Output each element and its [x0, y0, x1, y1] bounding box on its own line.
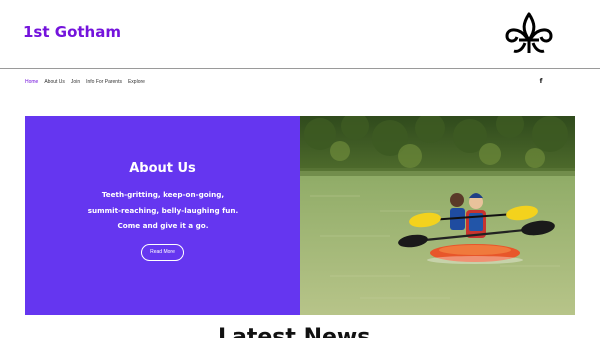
fleur-de-lis-icon[interactable]	[503, 11, 555, 57]
facebook-icon[interactable]: f	[538, 78, 544, 85]
nav-item-home[interactable]: Home	[25, 79, 38, 85]
latest-news-heading: Latest News	[218, 325, 371, 338]
site-title[interactable]: 1st Gotham	[23, 23, 121, 41]
page: 1st Gotham Home About Us Join Info For P…	[0, 0, 600, 338]
nav-item-about-us[interactable]: About Us	[44, 79, 65, 85]
about-us-panel: About Us Teeth-gritting, keep-on-going, …	[25, 116, 300, 315]
header-divider	[0, 68, 600, 69]
nav-item-info-for-parents[interactable]: Info For Parents	[86, 79, 122, 85]
children-kayaking-photo	[300, 116, 575, 315]
main-nav: Home About Us Join Info For Parents Expl…	[25, 79, 151, 85]
nav-item-explore[interactable]: Explore	[128, 79, 145, 85]
nav-item-join[interactable]: Join	[71, 79, 80, 85]
read-more-button[interactable]: Read More	[141, 244, 184, 261]
about-us-heading: About Us	[129, 161, 196, 176]
about-us-text: Teeth-gritting, keep-on-going, summit-re…	[87, 190, 239, 230]
